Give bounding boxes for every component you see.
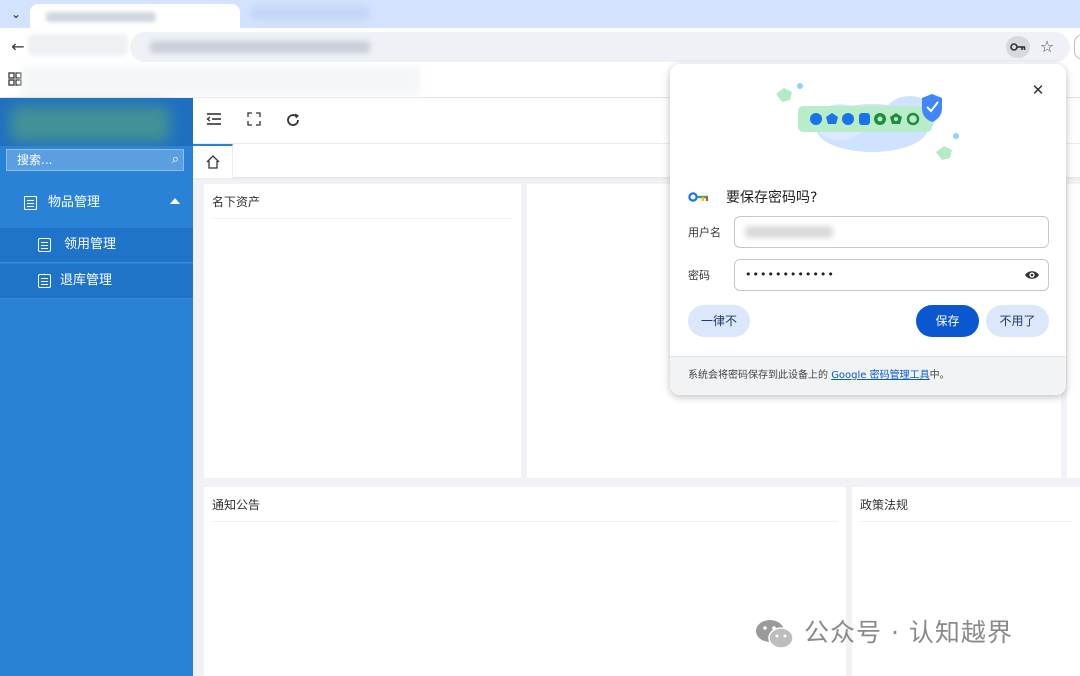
- password-field[interactable]: ••••••••••••: [734, 259, 1049, 291]
- sidebar-item-return[interactable]: 退库管理: [0, 264, 193, 299]
- sidebar: 搜索... ⌕ 物品管理 领用管理 退库管理: [0, 98, 193, 676]
- sidebar-item-requisition[interactable]: 领用管理: [0, 228, 193, 263]
- fullscreen-icon[interactable]: [245, 112, 263, 130]
- sidebar-search-input[interactable]: 搜索... ⌕: [6, 149, 184, 171]
- bookmarks-redacted: [22, 66, 420, 96]
- divider: [212, 521, 838, 522]
- username-redacted: [745, 226, 833, 238]
- dialog-footer: 系统会将密码保存到此设备上的 Google 密码管理工具中。: [670, 356, 1066, 395]
- eye-icon[interactable]: [1024, 268, 1040, 282]
- document-icon: [24, 196, 37, 210]
- google-key-icon: [688, 192, 709, 202]
- save-button[interactable]: 保存: [916, 305, 979, 337]
- tab-home[interactable]: [193, 144, 233, 178]
- sidebar-item-label: 退库管理: [60, 273, 113, 288]
- refresh-icon[interactable]: [284, 112, 302, 130]
- footer-suffix: 中。: [929, 370, 950, 381]
- browser-tab-inactive-redacted[interactable]: [250, 6, 370, 20]
- url-redacted: [150, 41, 370, 53]
- search-placeholder: 搜索...: [17, 153, 53, 167]
- divider: [212, 218, 513, 219]
- policy-card-title: 政策法规: [860, 498, 909, 512]
- username-field[interactable]: [734, 216, 1049, 248]
- password-label: 密码: [688, 269, 710, 282]
- notice-card: 通知公告: [204, 487, 846, 676]
- password-value: ••••••••••••: [745, 268, 835, 281]
- browser-tab-active[interactable]: [30, 4, 240, 28]
- sidebar-item-label: 领用管理: [64, 237, 117, 252]
- home-icon: [206, 155, 220, 169]
- divider: [860, 521, 1072, 522]
- caret-up-icon: [170, 198, 180, 204]
- sidebar-group-item-management[interactable]: 物品管理: [0, 178, 193, 228]
- username-label: 用户名: [688, 226, 721, 239]
- tab-title-redacted: [46, 12, 156, 22]
- document-icon: [38, 274, 51, 288]
- profile-avatar[interactable]: [1074, 34, 1080, 60]
- tab-search-chevron-icon[interactable]: ⌄: [6, 4, 26, 24]
- close-icon[interactable]: ✕: [1030, 82, 1046, 98]
- footer-prefix: 系统会将密码保存到此设备上的: [688, 370, 832, 381]
- wechat-logo-icon: [756, 620, 794, 649]
- search-icon[interactable]: ⌕: [172, 151, 179, 169]
- browser-tab-strip: ⌄: [0, 0, 1080, 28]
- watermark: 公众号 · 认知越界: [752, 614, 1072, 654]
- notice-card-title: 通知公告: [212, 498, 261, 512]
- menu-fold-icon[interactable]: [205, 112, 223, 130]
- no-thanks-button[interactable]: 不用了: [986, 305, 1049, 337]
- assets-card: 名下资产: [204, 184, 521, 478]
- bookmark-star-icon[interactable]: ☆: [1036, 36, 1058, 58]
- logo-area: [0, 98, 193, 146]
- address-bar[interactable]: ☆: [130, 32, 1070, 62]
- requisition-icon: [38, 238, 51, 252]
- dialog-title: 要保存密码吗?: [726, 190, 818, 206]
- save-password-dialog: ✕ 要保存密码吗? 用户名 密码 •••••••••••• 一律不 保存 不用了…: [670, 64, 1066, 395]
- logo-redacted: [10, 106, 170, 142]
- never-button[interactable]: 一律不: [688, 305, 750, 337]
- browser-toolbar: ← ☆: [0, 28, 1080, 66]
- back-arrow-icon[interactable]: ←: [8, 37, 28, 57]
- password-key-icon[interactable]: [1006, 36, 1030, 58]
- password-manager-link[interactable]: Google 密码管理工具: [831, 370, 929, 381]
- assets-card-title: 名下资产: [212, 195, 261, 209]
- right-card-edge: [1067, 184, 1080, 478]
- nav-buttons-redacted: [28, 34, 128, 56]
- sidebar-group-label: 物品管理: [48, 195, 101, 210]
- watermark-text: 公众号 · 认知越界: [804, 618, 1013, 647]
- password-illustration-icon: [776, 83, 959, 160]
- footer-text: 系统会将密码保存到此设备上的 Google 密码管理工具中。: [688, 369, 950, 383]
